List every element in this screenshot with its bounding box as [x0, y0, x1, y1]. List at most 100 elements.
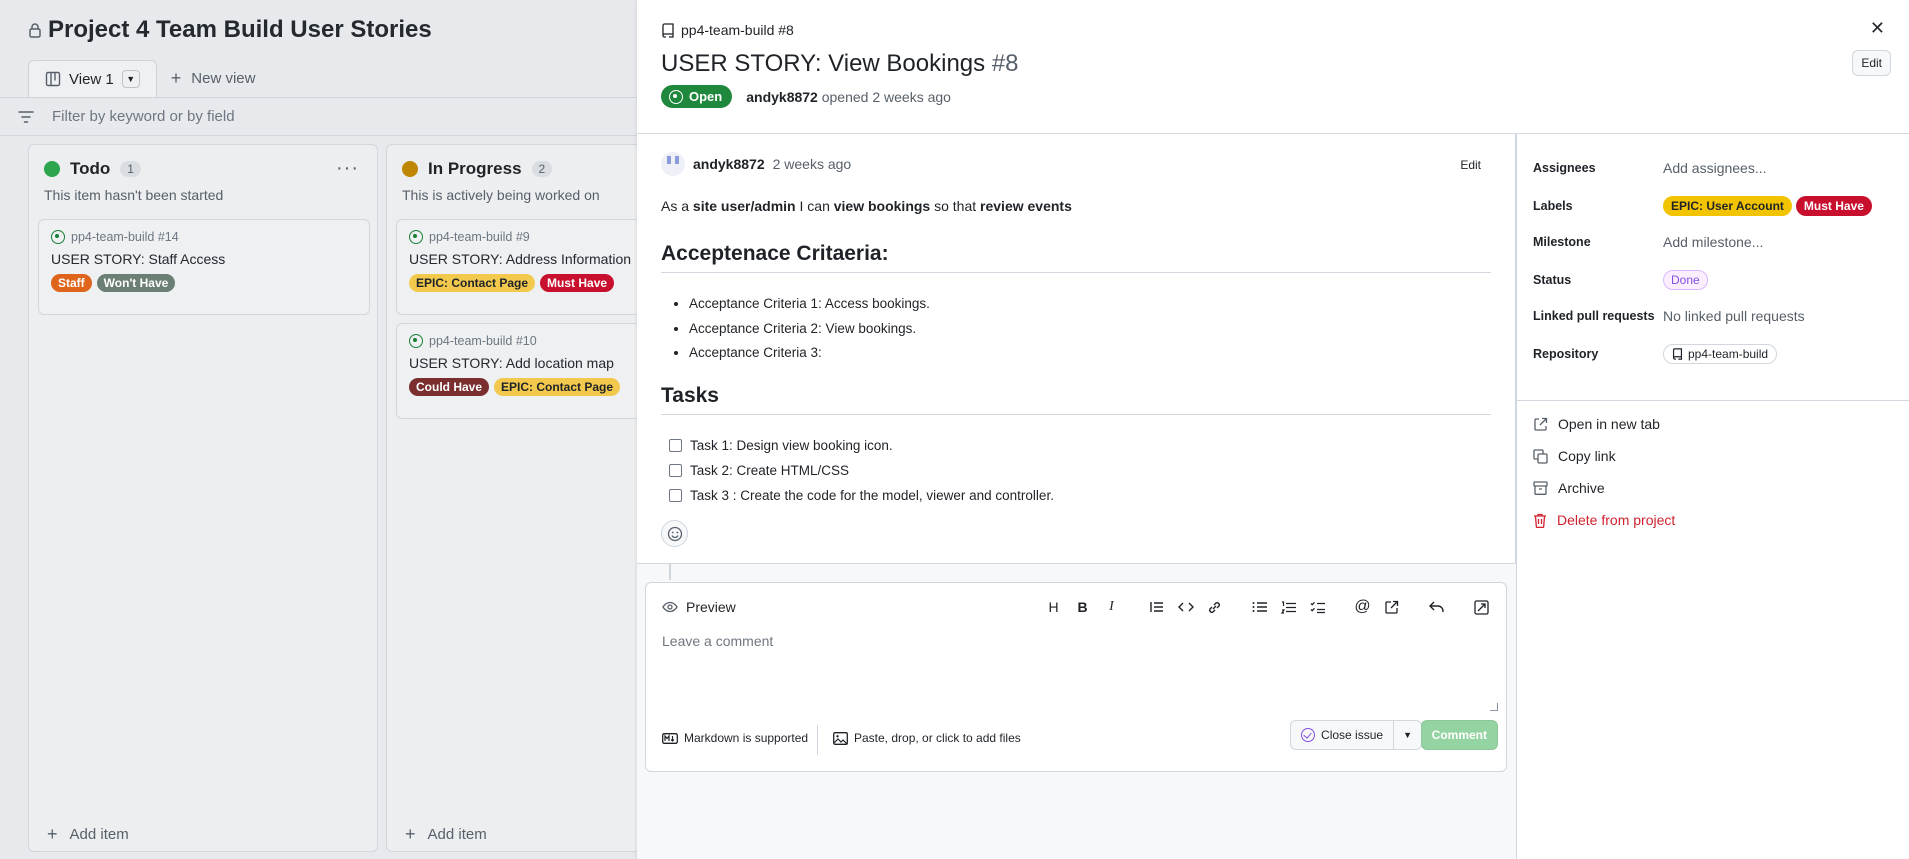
task-item: Task 3 : Create the code for the model, …: [669, 483, 1054, 508]
column-description: This is actively being worked on: [402, 187, 600, 203]
mention-icon[interactable]: @: [1350, 595, 1375, 619]
link-icon[interactable]: [1202, 595, 1227, 619]
preview-tab[interactable]: Preview: [662, 599, 736, 615]
add-assignees-link[interactable]: Add assignees...: [1663, 160, 1767, 176]
card-repo: pp4-team-build #14: [71, 230, 179, 244]
markdown-label: Markdown is supported: [684, 731, 809, 745]
avatar[interactable]: [661, 152, 685, 176]
status-dot-icon: [44, 161, 60, 177]
task-checkbox[interactable]: [669, 464, 682, 477]
card-title[interactable]: USER STORY: Staff Access: [51, 251, 357, 267]
action-label: Copy link: [1558, 448, 1616, 464]
view-options-dropdown[interactable]: ▼: [121, 70, 140, 88]
status-value[interactable]: Done: [1663, 270, 1708, 290]
label-badge: EPIC: Contact Page: [409, 274, 536, 292]
comment-author[interactable]: andyk8872: [693, 156, 765, 172]
add-item-button[interactable]: + Add item: [47, 824, 129, 845]
tab-view-1[interactable]: View 1 ▼: [28, 60, 157, 97]
opened-text: opened 2 weeks ago: [821, 88, 951, 105]
fullscreen-icon[interactable]: [1469, 595, 1494, 619]
comment-button[interactable]: Comment: [1420, 720, 1498, 750]
repo-breadcrumb-text[interactable]: pp4-team-build #8: [681, 22, 794, 38]
action-label: Open in new tab: [1558, 416, 1660, 432]
status-dot-icon: [402, 161, 418, 177]
filter-bar[interactable]: Filter by keyword or by field: [0, 98, 640, 136]
linked-prs-field: Linked pull requests No linked pull requ…: [1533, 308, 1805, 324]
issue-body: andyk8872 2 weeks ago Edit As a site use…: [637, 134, 1516, 564]
repository-value[interactable]: pp4-team-build: [1663, 344, 1778, 364]
issue-side-panel: pp4-team-build #8 ✕ USER STORY: View Boo…: [637, 0, 1909, 859]
new-view-label: New view: [191, 70, 256, 87]
code-icon[interactable]: [1173, 595, 1198, 619]
comment-timestamp[interactable]: 2 weeks ago: [773, 156, 852, 172]
issue-number: #8: [991, 50, 1019, 77]
issue-sidebar: Assignees Add assignees... Labels EPIC: …: [1516, 134, 1909, 859]
field-label: Status: [1533, 273, 1572, 287]
heading-icon[interactable]: H: [1041, 595, 1066, 619]
acceptance-heading: Acceptenace Critaeria:: [661, 242, 1491, 273]
comment-header: andyk8872 2 weeks ago: [661, 152, 851, 176]
image-icon: [833, 731, 848, 745]
archive-button[interactable]: Archive: [1533, 480, 1605, 496]
task-list: Task 1: Design view booking icon. Task 2…: [669, 433, 1054, 508]
bold-icon[interactable]: B: [1070, 595, 1095, 619]
cross-reference-icon[interactable]: [1379, 595, 1404, 619]
more-options-icon[interactable]: ···: [336, 157, 359, 180]
task-checkbox[interactable]: [669, 439, 682, 452]
ordered-list-icon[interactable]: [1276, 595, 1301, 619]
label-badge: EPIC: Contact Page: [494, 378, 621, 396]
task-list-icon[interactable]: [1305, 595, 1330, 619]
edit-comment-button[interactable]: Edit: [1460, 158, 1481, 172]
unordered-list-icon[interactable]: [1247, 595, 1272, 619]
resize-handle-icon[interactable]: [1490, 703, 1498, 711]
repo-breadcrumb[interactable]: pp4-team-build #8: [661, 22, 794, 38]
list-item: Acceptance Criteria 1: Access bookings.: [689, 292, 930, 317]
label-badge: Must Have: [1795, 196, 1872, 216]
attach-files-button[interactable]: Paste, drop, or click to add files: [833, 731, 1021, 745]
add-reaction-button[interactable]: [661, 520, 688, 547]
list-item: Acceptance Criteria 2: View bookings.: [689, 317, 930, 342]
open-in-new-tab-button[interactable]: Open in new tab: [1533, 416, 1660, 432]
task-item: Task 1: Design view booking icon.: [669, 433, 1054, 458]
label-badge: Could Have: [409, 378, 490, 396]
story-part: site user/admin: [692, 198, 796, 214]
linked-prs-value: No linked pull requests: [1663, 308, 1805, 324]
close-issue-button-group: Close issue ▼: [1290, 720, 1422, 750]
quote-icon[interactable]: [1144, 595, 1169, 619]
repository-pill[interactable]: pp4-team-build: [1663, 344, 1778, 364]
task-checkbox[interactable]: [669, 489, 682, 502]
issue-open-icon: [409, 334, 423, 348]
board-view-icon: [45, 71, 61, 87]
preview-label: Preview: [686, 599, 736, 615]
card-item[interactable]: pp4-team-build #14 USER STORY: Staff Acc…: [38, 219, 370, 315]
view-tabs: View 1 ▼ + New view: [28, 60, 255, 97]
close-issue-button[interactable]: Close issue: [1291, 721, 1395, 749]
comment-textarea[interactable]: Leave a comment: [662, 633, 1492, 713]
delete-from-project-button[interactable]: Delete from project: [1533, 512, 1675, 528]
close-issue-label: Close issue: [1321, 728, 1384, 742]
labels-value[interactable]: EPIC: User Account Must Have: [1663, 196, 1872, 216]
comment-composer: Preview H B I @ Leave a comment Markdown…: [645, 582, 1507, 772]
reply-icon[interactable]: [1424, 595, 1449, 619]
add-item-button[interactable]: + Add item: [405, 824, 487, 845]
close-panel-icon[interactable]: ✕: [1870, 18, 1885, 39]
plus-icon: +: [47, 824, 58, 844]
action-label: Delete from project: [1557, 512, 1676, 528]
italic-icon[interactable]: I: [1099, 595, 1124, 619]
timeline-line: [669, 564, 671, 580]
edit-title-button[interactable]: Edit: [1852, 50, 1891, 76]
issue-author-link[interactable]: andyk8872: [746, 89, 818, 105]
field-label: Linked pull requests: [1533, 309, 1655, 323]
copy-link-button[interactable]: Copy link: [1533, 448, 1616, 464]
column-name: In Progress: [428, 159, 522, 178]
status-field: Status Done: [1533, 270, 1708, 290]
new-view-button[interactable]: + New view: [171, 60, 256, 97]
task-item: Task 2: Create HTML/CSS: [669, 458, 1054, 483]
field-label: Labels: [1533, 199, 1573, 213]
project-title: Project 4 Team Build User Stories: [28, 16, 432, 44]
plus-icon: +: [405, 824, 416, 844]
close-issue-dropdown-icon[interactable]: ▼: [1394, 721, 1421, 749]
filter-input[interactable]: Filter by keyword or by field: [52, 108, 235, 125]
markdown-help-link[interactable]: Markdown is supported: [662, 731, 808, 745]
add-milestone-link[interactable]: Add milestone...: [1663, 234, 1763, 250]
